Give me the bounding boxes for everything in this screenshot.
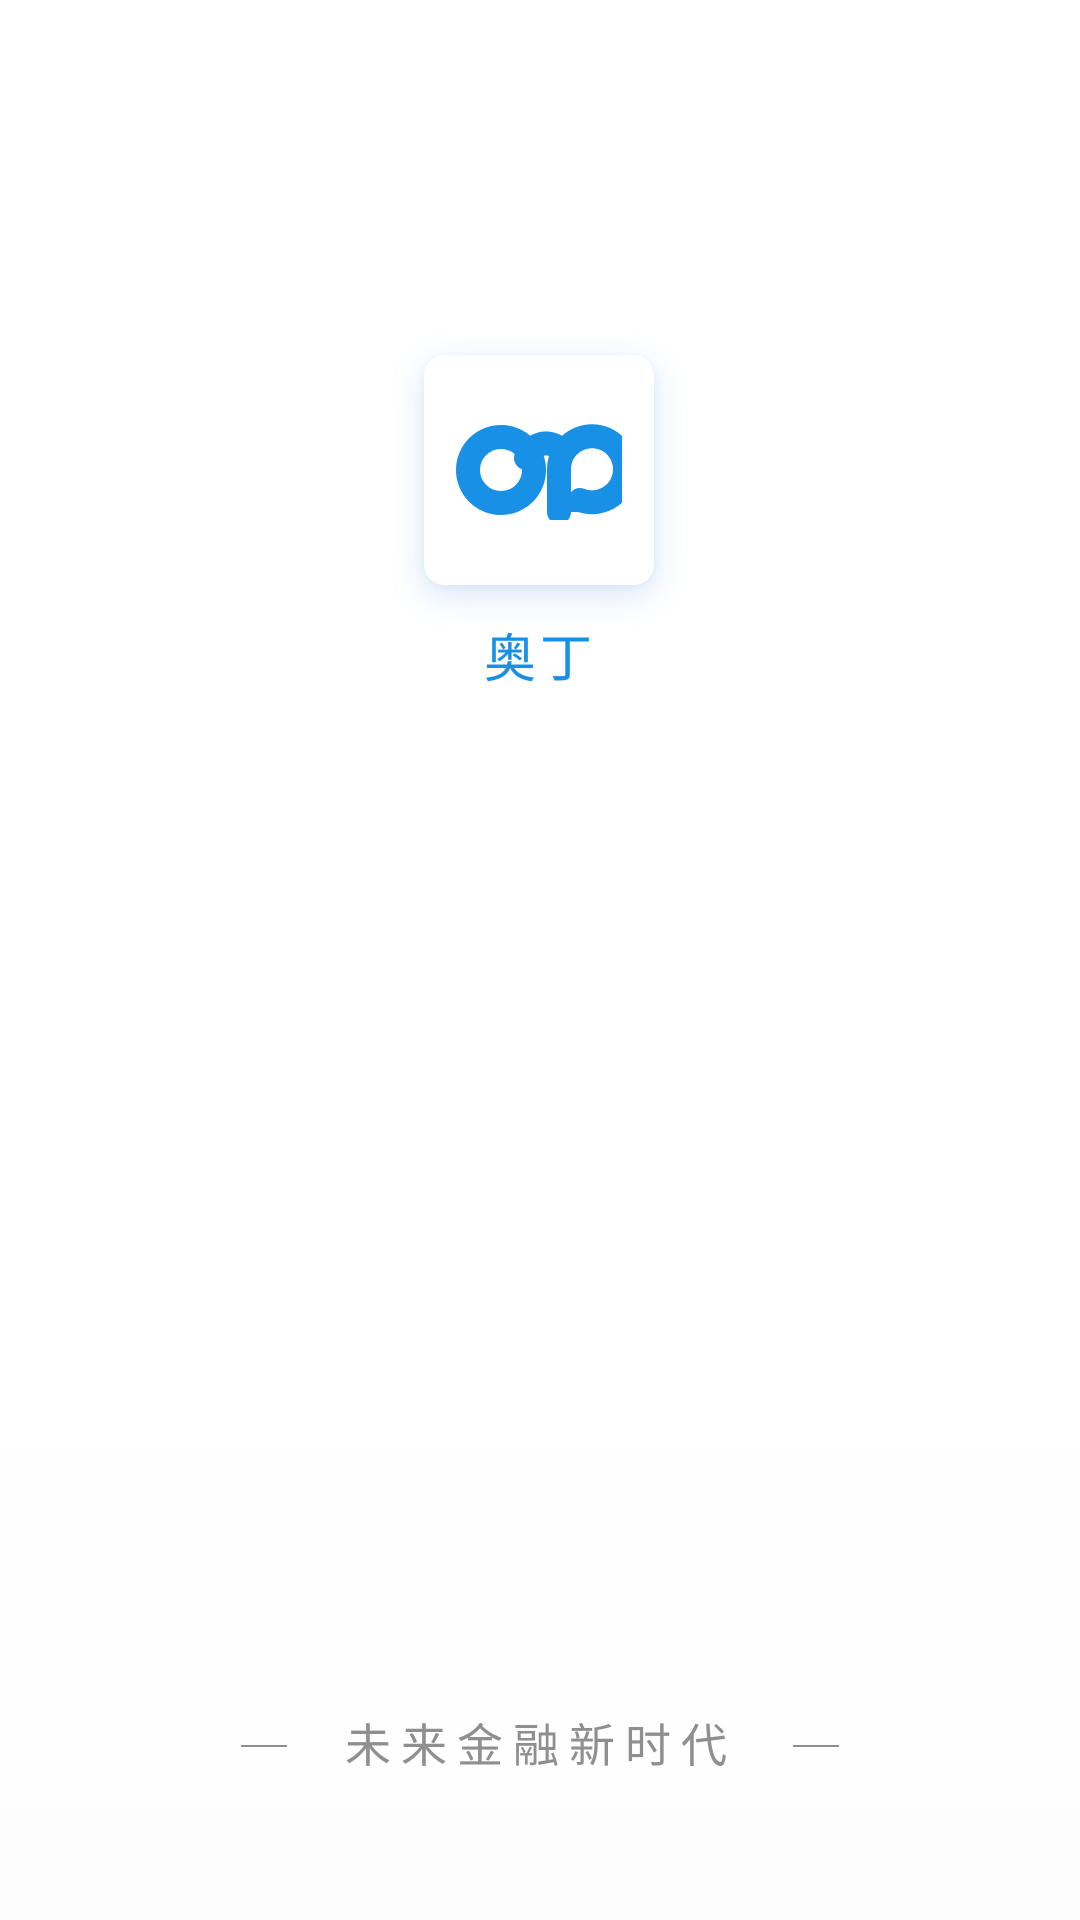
splash-screen: 奥丁 未来金融新时代 xyxy=(0,0,1080,1920)
tagline-right-dash xyxy=(793,1745,839,1747)
infinity-od-logo-icon xyxy=(456,424,622,520)
app-logo-card xyxy=(424,355,654,585)
tagline-row: 未来金融新时代 xyxy=(0,1716,1080,1776)
tagline-left-dash xyxy=(241,1745,287,1747)
tagline-text: 未来金融新时代 xyxy=(345,1719,737,1773)
app-name: 奥丁 xyxy=(483,630,596,690)
